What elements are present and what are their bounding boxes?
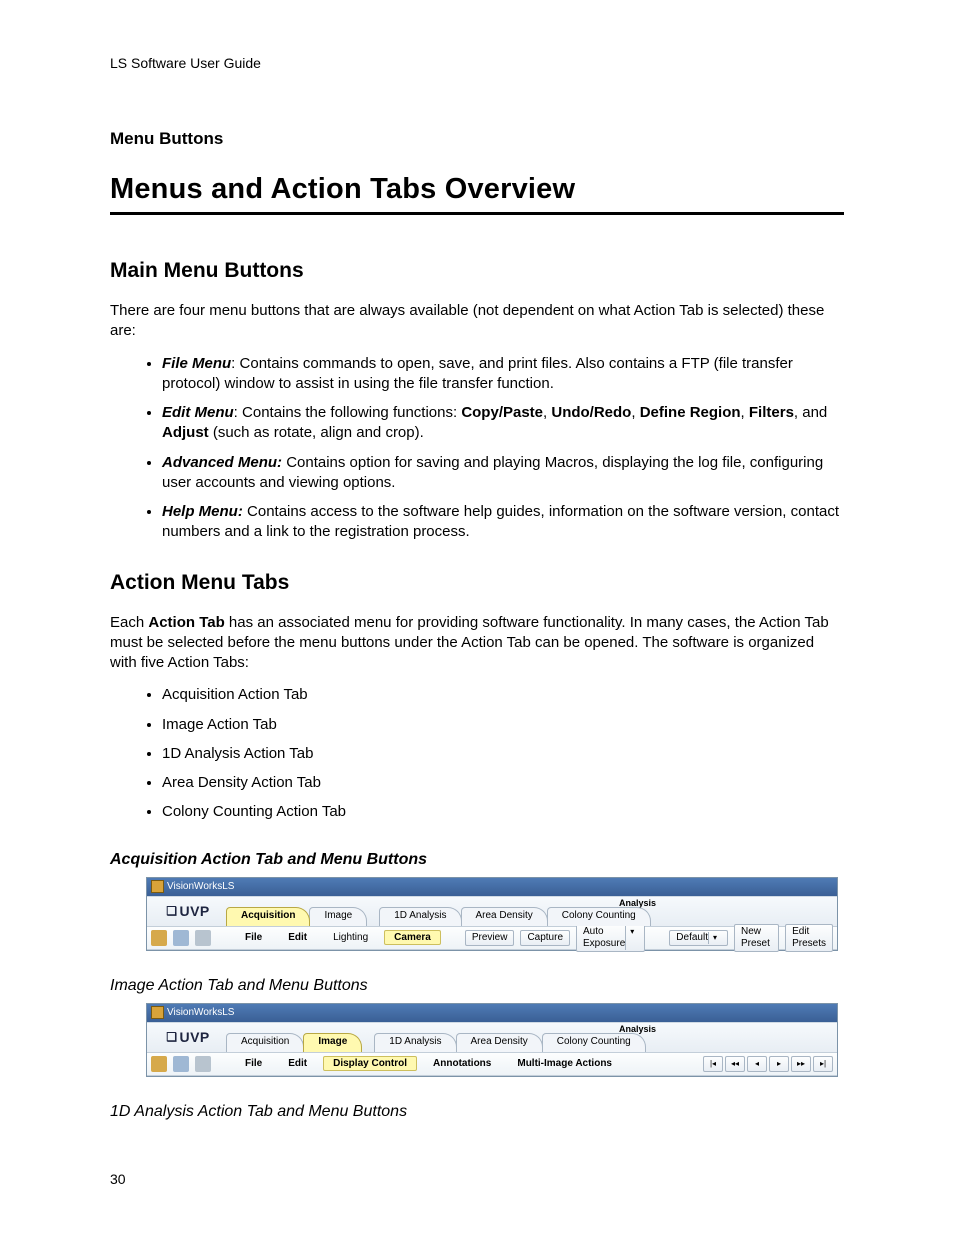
main-menu-list: File Menu: Contains commands to open, sa… (110, 354, 844, 543)
tab-acquisition[interactable]: Acquisition (226, 907, 310, 926)
open-icon[interactable] (151, 1056, 167, 1072)
logo-icon: ❏ (166, 1030, 177, 1044)
list-item: Colony Counting Action Tab (162, 802, 844, 822)
heading-acquisition-tab: Acquisition Action Tab and Menu Buttons (110, 851, 844, 869)
auto-exposure-button[interactable]: Auto Exposure▾ (576, 924, 645, 952)
tab-colony-counting[interactable]: Colony Counting (547, 907, 651, 926)
action-tabs-list: Acquisition Action Tab Image Action Tab … (110, 685, 844, 822)
list-item: Area Density Action Tab (162, 773, 844, 793)
list-item: Acquisition Action Tab (162, 685, 844, 705)
preset-select[interactable]: Default▾ (669, 930, 728, 946)
tab-acquisition[interactable]: Acquisition (226, 1033, 304, 1052)
save-icon[interactable] (173, 930, 189, 946)
section-label: Menu Buttons (110, 129, 844, 149)
brand-logo: ❏UVP (149, 903, 227, 919)
tab-1d-analysis[interactable]: 1D Analysis (379, 907, 461, 926)
list-item: Advanced Menu: Contains option for savin… (162, 453, 844, 494)
tab-area-density[interactable]: Area Density (461, 907, 548, 926)
nav-prev-button[interactable]: ◂ (747, 1056, 767, 1072)
menu-file[interactable]: File (235, 1056, 272, 1071)
print-icon[interactable] (195, 1056, 211, 1072)
tab-area-density[interactable]: Area Density (456, 1033, 543, 1052)
nav-last-button[interactable]: ▸| (813, 1056, 833, 1072)
list-item: Help Menu: Contains access to the softwa… (162, 502, 844, 543)
page-number: 30 (110, 1171, 126, 1187)
list-item: File Menu: Contains commands to open, sa… (162, 354, 844, 395)
app-icon (151, 1006, 164, 1019)
running-header: LS Software User Guide (110, 55, 844, 71)
document-page: LS Software User Guide Menu Buttons Menu… (0, 0, 954, 1235)
logo-icon: ❏ (166, 904, 177, 918)
brand-logo: ❏UVP (149, 1029, 227, 1045)
tab-colony-counting[interactable]: Colony Counting (542, 1033, 646, 1052)
edit-presets-button[interactable]: Edit Presets (785, 924, 833, 952)
window-titlebar: VisionWorksLS (147, 878, 837, 896)
list-item: Edit Menu: Contains the following functi… (162, 403, 844, 444)
heading-action-menu-tabs: Action Menu Tabs (110, 571, 844, 595)
nav-rewind-button[interactable]: ◂◂ (725, 1056, 745, 1072)
heading-main-menu-buttons: Main Menu Buttons (110, 259, 844, 283)
nav-ffwd-button[interactable]: ▸▸ (791, 1056, 811, 1072)
tab-image[interactable]: Image (303, 1033, 362, 1052)
chevron-down-icon[interactable]: ▾ (625, 926, 638, 950)
app-icon (151, 880, 164, 893)
menu-edit[interactable]: Edit (278, 930, 317, 945)
heading-1d-analysis-tab: 1D Analysis Action Tab and Menu Buttons (110, 1103, 844, 1121)
open-icon[interactable] (151, 930, 167, 946)
menu-annotations[interactable]: Annotations (423, 1056, 501, 1071)
list-item: Image Action Tab (162, 715, 844, 735)
preview-button[interactable]: Preview (465, 930, 515, 946)
tab-1d-analysis[interactable]: 1D Analysis (374, 1033, 456, 1052)
main-menu-intro: There are four menu buttons that are alw… (110, 301, 844, 342)
action-tabs-intro: Each Action Tab has an associated menu f… (110, 613, 844, 674)
save-icon[interactable] (173, 1056, 189, 1072)
list-item: 1D Analysis Action Tab (162, 744, 844, 764)
screenshot-acquisition: VisionWorksLS ❏UVP Analysis Acquisition … (146, 877, 844, 951)
new-preset-button[interactable]: New Preset (734, 924, 779, 952)
menu-lighting[interactable]: Lighting (323, 930, 378, 945)
nav-next-button[interactable]: ▸ (769, 1056, 789, 1072)
screenshot-image: VisionWorksLS ❏UVP Analysis Acquisition … (146, 1003, 844, 1077)
window-title: VisionWorksLS (167, 1007, 234, 1018)
nav-first-button[interactable]: |◂ (703, 1056, 723, 1072)
heading-image-tab: Image Action Tab and Menu Buttons (110, 977, 844, 995)
print-icon[interactable] (195, 930, 211, 946)
tab-image[interactable]: Image (309, 907, 367, 926)
chapter-title: Menus and Action Tabs Overview (110, 173, 844, 215)
chevron-down-icon[interactable]: ▾ (708, 932, 721, 944)
capture-button[interactable]: Capture (520, 930, 570, 946)
menu-file[interactable]: File (235, 930, 272, 945)
window-title: VisionWorksLS (167, 881, 234, 892)
menu-edit[interactable]: Edit (278, 1056, 317, 1071)
window-titlebar: VisionWorksLS (147, 1004, 837, 1022)
menu-display-control[interactable]: Display Control (323, 1056, 417, 1071)
menu-multi-image-actions[interactable]: Multi-Image Actions (507, 1056, 622, 1071)
menu-camera[interactable]: Camera (384, 930, 441, 945)
